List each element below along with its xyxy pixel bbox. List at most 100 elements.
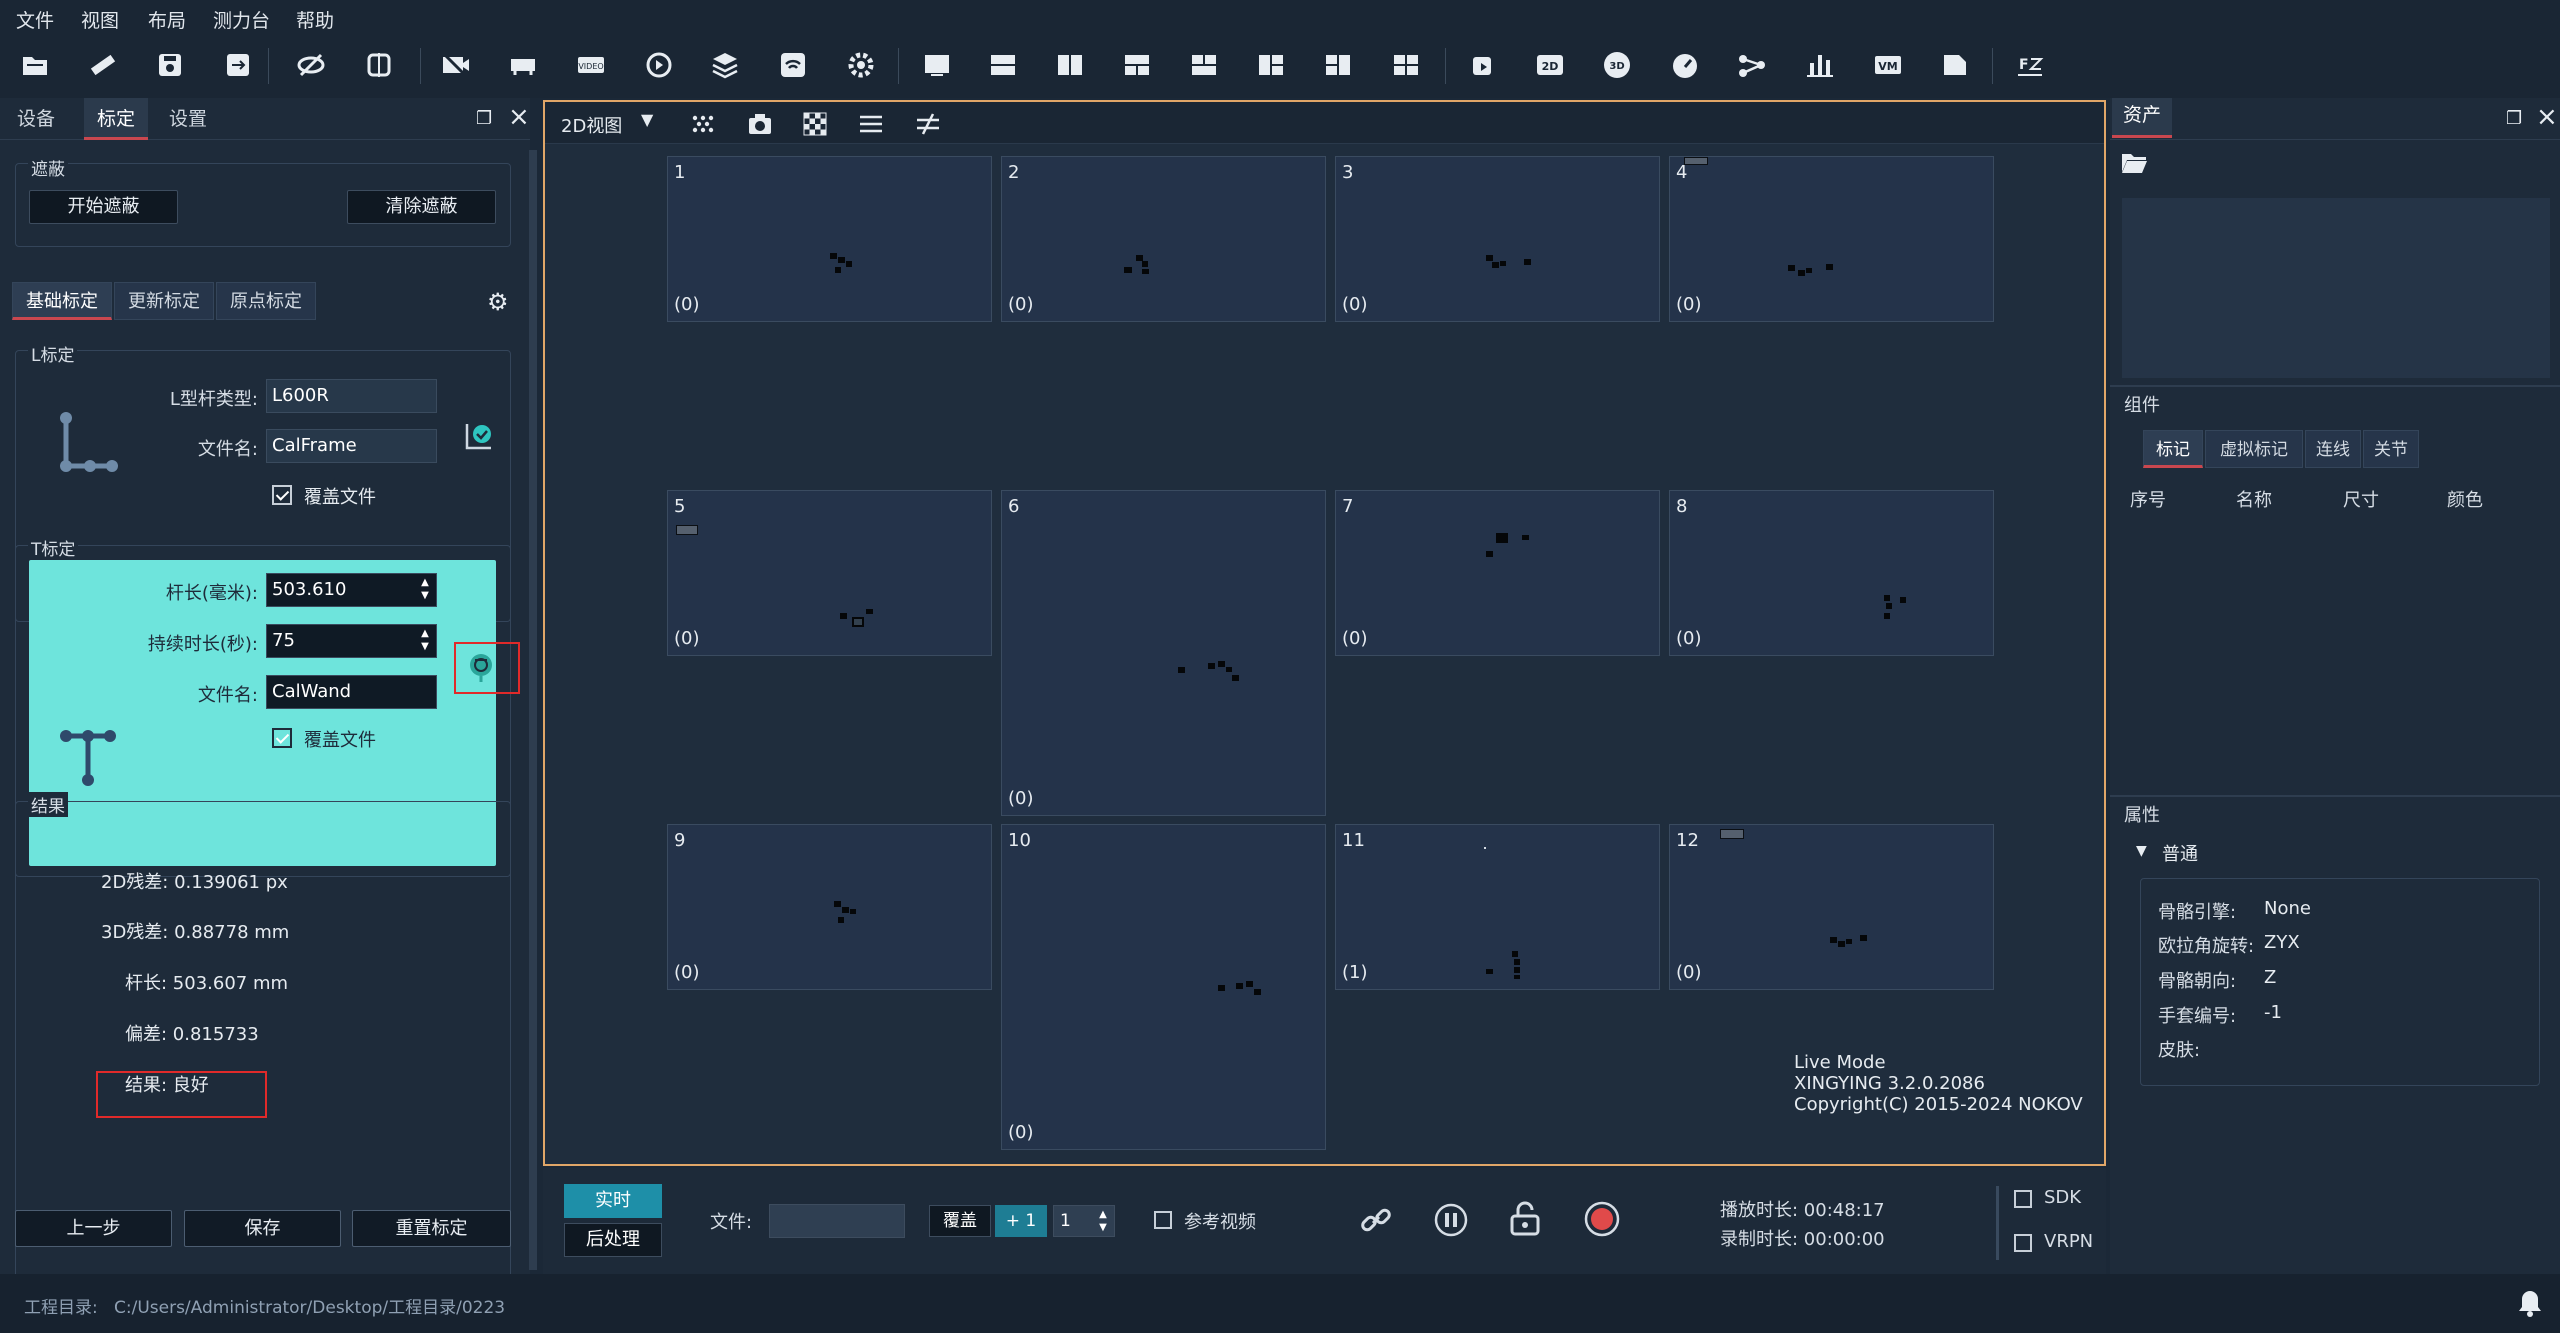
start-mask-button[interactable]: 开始遮蔽 xyxy=(29,190,178,224)
view-mode-select[interactable]: 2D视图 xyxy=(561,112,622,138)
t-file-input[interactable]: CalWand xyxy=(266,675,437,709)
camera-tile[interactable]: 7 (0) xyxy=(1335,490,1660,656)
tab-basic-calibration[interactable]: 基础标定 xyxy=(12,282,112,320)
bar-chart-icon[interactable] xyxy=(1803,48,1837,82)
close-icon[interactable]: × xyxy=(508,102,530,132)
l-type-select[interactable]: L600R xyxy=(266,379,437,413)
unlock-icon[interactable] xyxy=(1507,1200,1543,1238)
wifi-icon[interactable] xyxy=(776,48,810,82)
start-l-calibration-icon[interactable] xyxy=(463,420,495,452)
t-duration-spinner[interactable]: ▲ ▼ xyxy=(416,627,434,655)
tab-virtual-markers[interactable]: 虚拟标记 xyxy=(2205,430,2303,468)
file-input[interactable] xyxy=(769,1204,905,1238)
step-input[interactable]: 1 ▲ ▼ xyxy=(1053,1205,1115,1237)
prop-value[interactable]: None xyxy=(2264,898,2311,919)
asset-list[interactable] xyxy=(2122,198,2550,378)
menu-lines-icon[interactable] xyxy=(859,114,883,134)
tab-devices[interactable]: 设备 xyxy=(8,98,64,140)
float-window-icon[interactable]: ❐ xyxy=(476,108,492,129)
prop-value[interactable]: -1 xyxy=(2264,1002,2282,1023)
tab-calibration[interactable]: 标定 xyxy=(84,98,148,140)
menu-file[interactable]: 文件 xyxy=(16,6,54,33)
save-as-icon[interactable] xyxy=(221,48,255,82)
file-icon[interactable] xyxy=(1938,48,1972,82)
camera-tile[interactable]: 11 (1) xyxy=(1335,824,1660,990)
share-icon[interactable] xyxy=(1735,48,1769,82)
tab-links[interactable]: 连线 xyxy=(2305,430,2361,468)
t-overwrite-checkbox[interactable] xyxy=(272,728,292,748)
not-equal-icon[interactable] xyxy=(915,112,941,136)
save-calibration-button[interactable]: 保存 xyxy=(184,1210,341,1247)
settings-icon[interactable] xyxy=(844,48,878,82)
open-folder-icon[interactable] xyxy=(18,48,52,82)
rotate-icon[interactable] xyxy=(1466,48,1500,82)
gauge-icon[interactable] xyxy=(1668,48,1702,82)
3d-icon[interactable]: 3D xyxy=(1600,48,1634,82)
camera-tile[interactable]: 3 (0) xyxy=(1335,156,1660,322)
layout-3-icon[interactable] xyxy=(1053,48,1087,82)
tab-joints[interactable]: 关节 xyxy=(2363,430,2419,468)
plus-one-button[interactable]: + 1 xyxy=(995,1205,1047,1237)
reset-calibration-button[interactable]: 重置标定 xyxy=(352,1210,511,1247)
chevron-down-icon[interactable]: ▼ xyxy=(641,110,653,129)
menu-force-plate[interactable]: 测力台 xyxy=(213,6,270,33)
refresh-icon[interactable] xyxy=(642,48,676,82)
2d-icon[interactable]: 2D xyxy=(1533,48,1567,82)
close-icon[interactable]: × xyxy=(2536,102,2558,132)
camera-tile[interactable]: 4 (0) xyxy=(1669,156,1994,322)
menu-layout[interactable]: 布局 xyxy=(148,6,186,33)
hide-icon[interactable] xyxy=(294,48,328,82)
ruler-icon[interactable] xyxy=(86,48,120,82)
menu-help[interactable]: 帮助 xyxy=(296,6,334,33)
layout-4-icon[interactable] xyxy=(1120,48,1154,82)
camera-tile[interactable]: 2 (0) xyxy=(1001,156,1326,322)
prev-step-button[interactable]: 上一步 xyxy=(15,1210,172,1247)
left-scrollbar[interactable] xyxy=(529,150,537,1270)
video-icon[interactable]: VIDEO xyxy=(574,48,608,82)
prop-value[interactable]: Z xyxy=(2264,967,2276,988)
layout-6-icon[interactable] xyxy=(1254,48,1288,82)
t-length-spinner[interactable]: ▲ ▼ xyxy=(416,576,434,604)
video-off-icon[interactable] xyxy=(438,48,472,82)
fz-icon[interactable]: F xyxy=(2014,48,2048,82)
l-overwrite-checkbox[interactable] xyxy=(272,485,292,505)
layout-7-icon[interactable] xyxy=(1321,48,1355,82)
save-icon[interactable] xyxy=(153,48,187,82)
camera-tile[interactable]: 10 (0) xyxy=(1001,824,1326,1150)
clear-mask-button[interactable]: 清除遮蔽 xyxy=(347,190,496,224)
tab-settings[interactable]: 设置 xyxy=(160,98,216,140)
layout-5-icon[interactable] xyxy=(1187,48,1221,82)
prop-value[interactable]: ZYX xyxy=(2264,932,2300,953)
live-mode-button[interactable]: 实时 xyxy=(564,1184,662,1218)
step-spinner[interactable]: ▲ ▼ xyxy=(1094,1208,1112,1236)
layout-8-icon[interactable] xyxy=(1389,48,1423,82)
camera-tile[interactable]: 8 (0) xyxy=(1669,490,1994,656)
device-icon[interactable] xyxy=(506,48,540,82)
camera-tile[interactable]: 9 (0) xyxy=(667,824,992,990)
overwrite-button[interactable]: 覆盖 xyxy=(929,1205,991,1237)
mirror-icon[interactable] xyxy=(362,48,396,82)
bell-icon[interactable] xyxy=(2516,1288,2544,1318)
record-icon[interactable] xyxy=(1583,1200,1621,1238)
tab-markers[interactable]: 标记 xyxy=(2143,430,2203,468)
start-t-calibration-button[interactable] xyxy=(454,642,520,694)
camera-tile[interactable]: 1 (0) xyxy=(667,156,992,322)
l-file-input[interactable]: CalFrame xyxy=(266,429,437,463)
gear-icon[interactable]: ⚙ xyxy=(487,288,509,316)
vrpn-checkbox[interactable] xyxy=(2014,1234,2032,1252)
menu-view[interactable]: 视图 xyxy=(81,6,119,33)
layout-2-icon[interactable] xyxy=(986,48,1020,82)
camera-tile[interactable]: 6 (0) xyxy=(1001,490,1326,816)
t-length-input[interactable]: 503.610 ▲ ▼ xyxy=(266,573,437,607)
t-duration-input[interactable]: 75 ▲ ▼ xyxy=(266,624,437,658)
triangle-down-icon[interactable]: ▼ xyxy=(2136,843,2147,859)
checker-icon[interactable] xyxy=(803,112,827,136)
float-window-icon[interactable]: ❐ xyxy=(2506,108,2522,129)
camera-icon[interactable] xyxy=(747,112,773,136)
layers-icon[interactable] xyxy=(708,48,742,82)
tab-origin-calibration[interactable]: 原点标定 xyxy=(216,282,316,320)
sdk-checkbox[interactable] xyxy=(2014,1190,2032,1208)
ref-video-checkbox[interactable] xyxy=(1154,1211,1172,1229)
link-icon[interactable] xyxy=(1358,1202,1394,1238)
tab-update-calibration[interactable]: 更新标定 xyxy=(114,282,214,320)
